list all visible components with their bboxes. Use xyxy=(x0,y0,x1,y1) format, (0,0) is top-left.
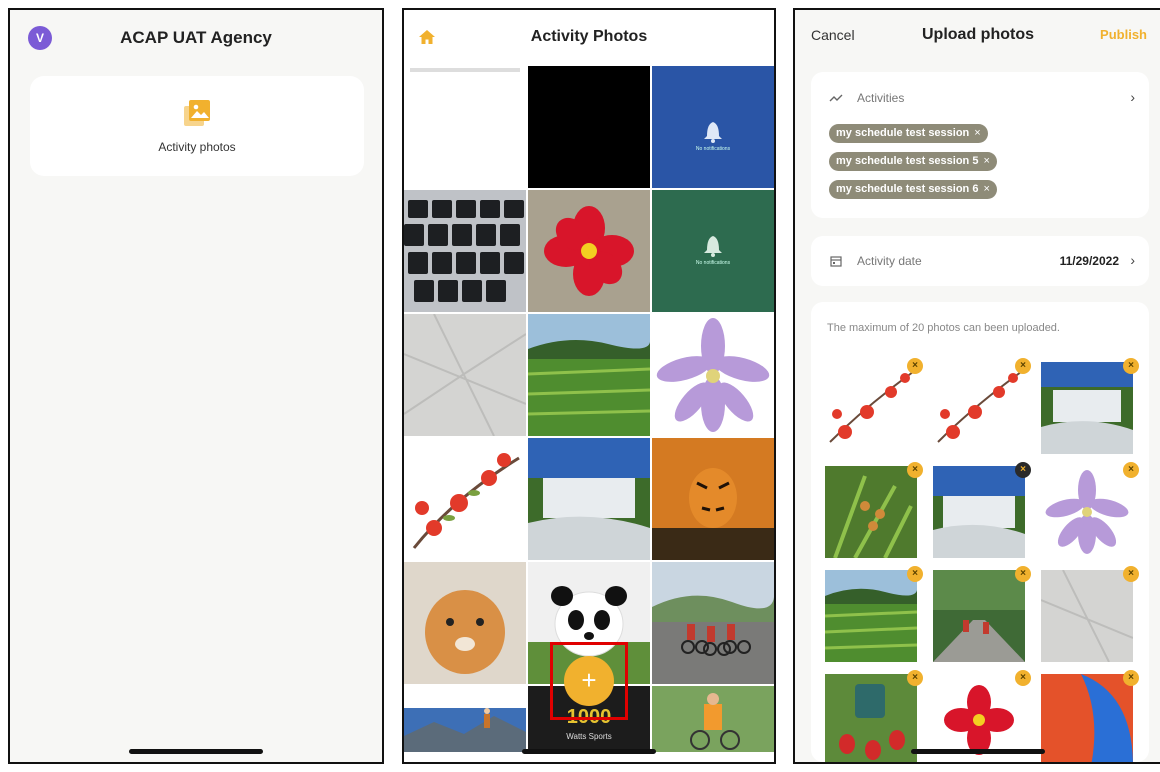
remove-photo-button[interactable]: × xyxy=(907,670,923,686)
tile-caption: Watts Sports xyxy=(566,732,612,741)
photo-tile[interactable] xyxy=(404,438,526,560)
tile-caption: No notifications xyxy=(695,146,731,152)
activities-label: Activities xyxy=(857,91,905,105)
photo-tile[interactable] xyxy=(652,314,774,436)
tile-caption: No notifications xyxy=(695,260,731,266)
photo-tile[interactable] xyxy=(528,438,650,560)
photo-tile[interactable] xyxy=(404,314,526,436)
photo-tile[interactable] xyxy=(404,562,526,684)
remove-photo-button[interactable]: × xyxy=(907,462,923,478)
photo-tile[interactable]: No notifications xyxy=(652,66,774,188)
trend-icon xyxy=(829,94,843,102)
selected-photo[interactable] xyxy=(825,362,917,454)
chip-label: my schedule test session 6 xyxy=(836,183,979,195)
selected-photo[interactable] xyxy=(933,570,1025,662)
page-title: ACAP UAT Agency xyxy=(120,28,272,47)
calendar-icon xyxy=(830,256,842,267)
selected-photo[interactable] xyxy=(1041,466,1133,558)
activity-chip[interactable]: my schedule test session 5 × xyxy=(829,152,997,171)
home-indicator xyxy=(911,749,1045,754)
remove-photo-button[interactable]: × xyxy=(1123,670,1139,686)
photo-tile[interactable] xyxy=(652,562,774,684)
selected-photo[interactable] xyxy=(825,674,917,762)
selected-photo[interactable] xyxy=(933,466,1025,558)
remove-photo-button[interactable]: × xyxy=(907,358,923,374)
remove-photo-button[interactable]: × xyxy=(1123,358,1139,374)
activity-photos-card[interactable]: Activity photos xyxy=(30,76,364,176)
chip-remove-icon[interactable]: × xyxy=(983,183,989,195)
max-photos-note: The maximum of 20 photos can been upload… xyxy=(827,322,1060,334)
photo-tile[interactable] xyxy=(528,190,650,312)
selected-photo[interactable] xyxy=(825,570,917,662)
selected-photo[interactable] xyxy=(1041,570,1133,662)
photo-tile[interactable] xyxy=(404,686,526,752)
chip-label: my schedule test session 5 xyxy=(836,155,979,167)
activity-photos-screen: Activity Photos No notifications No noti… xyxy=(402,8,776,764)
photo-library-icon xyxy=(184,100,210,126)
remove-photo-button[interactable]: × xyxy=(1123,462,1139,478)
chip-remove-icon[interactable]: × xyxy=(983,155,989,167)
remove-photo-button[interactable]: × xyxy=(1015,358,1031,374)
home-indicator xyxy=(129,749,263,754)
add-photo-button[interactable]: + xyxy=(564,656,614,706)
publish-button[interactable]: Publish xyxy=(1100,27,1147,42)
bell-icon xyxy=(704,122,722,143)
card-label: Activity photos xyxy=(158,140,236,154)
activity-chip[interactable]: my schedule test session 6 × xyxy=(829,180,997,199)
photos-section: The maximum of 20 photos can been upload… xyxy=(811,302,1149,762)
header: Cancel Upload photos Publish xyxy=(795,10,1160,66)
photo-tile[interactable] xyxy=(652,686,774,752)
activities-section[interactable]: Activities › my schedule test session × m… xyxy=(811,72,1149,218)
date-label: Activity date xyxy=(857,254,922,268)
agency-home-screen: V ACAP UAT Agency Activity photos xyxy=(8,8,384,764)
header: Activity Photos xyxy=(404,10,774,66)
selected-photo[interactable] xyxy=(1041,362,1133,454)
remove-photo-button[interactable]: × xyxy=(1015,566,1031,582)
chip-remove-icon[interactable]: × xyxy=(974,127,980,139)
chevron-right-icon: › xyxy=(1130,89,1135,105)
chip-label: my schedule test session xyxy=(836,127,970,139)
home-indicator xyxy=(522,749,656,754)
chevron-right-icon: › xyxy=(1130,252,1135,268)
photo-tile[interactable] xyxy=(404,190,526,312)
selected-photo[interactable] xyxy=(933,362,1025,454)
date-value: 11/29/2022 xyxy=(1059,254,1119,268)
remove-photo-button[interactable]: × xyxy=(1123,566,1139,582)
photo-tile[interactable] xyxy=(652,438,774,560)
remove-photo-button[interactable]: × xyxy=(1015,462,1031,478)
selected-photo[interactable] xyxy=(1041,674,1133,762)
remove-photo-button[interactable]: × xyxy=(1015,670,1031,686)
photo-tile[interactable] xyxy=(404,66,526,188)
bell-icon xyxy=(704,236,722,257)
selected-photo[interactable] xyxy=(825,466,917,558)
header: V ACAP UAT Agency xyxy=(10,10,382,66)
photo-tile[interactable] xyxy=(528,314,650,436)
activity-date-row[interactable]: Activity date 11/29/2022 › xyxy=(811,236,1149,286)
page-title: Activity Photos xyxy=(530,28,648,45)
photo-tile[interactable] xyxy=(528,66,650,188)
photo-tile[interactable]: No notifications xyxy=(652,190,774,312)
remove-photo-button[interactable]: × xyxy=(907,566,923,582)
activity-chip[interactable]: my schedule test session × xyxy=(829,124,988,143)
upload-photos-screen: Cancel Upload photos Publish Activities … xyxy=(793,8,1160,764)
